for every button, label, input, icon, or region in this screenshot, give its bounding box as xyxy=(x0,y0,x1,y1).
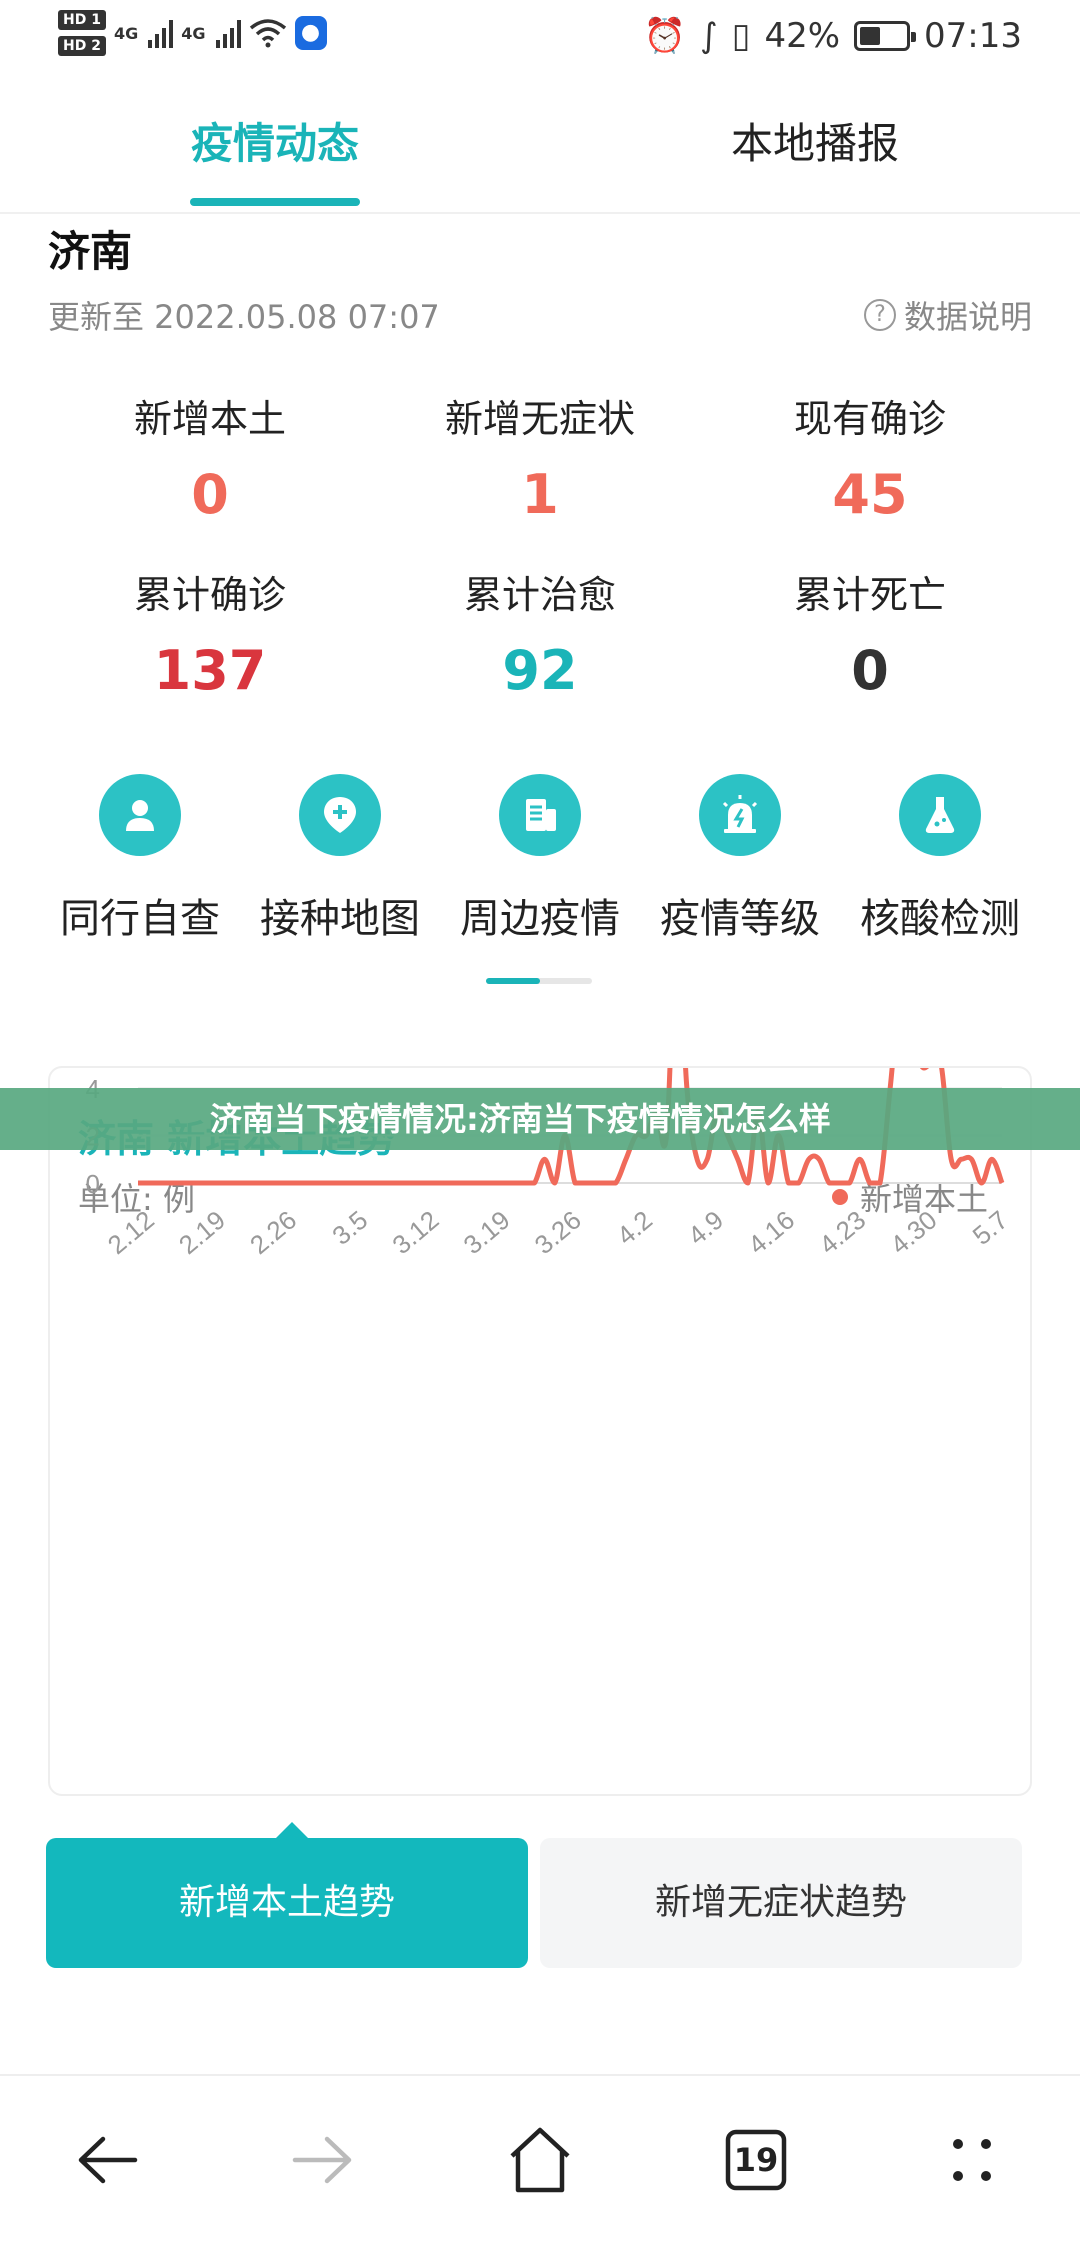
stat-label: 现有确诊 xyxy=(793,397,946,441)
top-tabs: 疫情动态 本地播报 xyxy=(0,110,1080,210)
x-tick-label: 3.5 xyxy=(326,1205,373,1251)
entry-label: 接种地图 xyxy=(260,896,420,942)
trend-chart-card: 济南 新增本土趋势 单位: 例 新增本土 0246810122.122.192.… xyxy=(48,1066,1032,1796)
x-tick-label: 3.26 xyxy=(529,1205,587,1261)
home-icon xyxy=(510,2127,570,2193)
x-tick-label: 4.9 xyxy=(682,1205,729,1251)
tabs-divider xyxy=(0,212,1080,214)
city-title: 济南 xyxy=(48,227,133,276)
entry-label: 疫情等级 xyxy=(660,896,820,942)
x-tick-label: 3.12 xyxy=(386,1205,444,1261)
x-tick-label: 2.26 xyxy=(244,1205,302,1261)
person-icon xyxy=(99,774,181,856)
x-tick-label: 3.19 xyxy=(458,1205,516,1261)
back-button[interactable] xyxy=(58,2110,158,2210)
entry-epidemic-level[interactable]: 疫情等级 xyxy=(640,774,840,944)
tab-epidemic-news[interactable]: 疫情动态 xyxy=(180,110,370,206)
stat-value: 137 xyxy=(153,639,267,702)
home-button[interactable] xyxy=(490,2110,590,2210)
signal-icon xyxy=(148,18,174,48)
pager-active xyxy=(486,978,540,984)
x-tick-label: 4.23 xyxy=(813,1205,871,1261)
status-left: HD 1 HD 2 4G 4G ● xyxy=(58,10,327,56)
nav-divider xyxy=(0,2074,1080,2076)
entry-nucleic-test[interactable]: 核酸检测 xyxy=(840,774,1040,944)
entry-vaccine-map[interactable]: 接种地图 xyxy=(240,774,440,944)
hd2-badge: HD 2 xyxy=(58,36,106,56)
stat-current-confirmed: 现有确诊 45 xyxy=(705,388,1035,526)
new-asymptomatic-trend-button[interactable]: 新增无症状趋势 xyxy=(540,1838,1022,1968)
update-time: 更新至 2022.05.08 07:07 xyxy=(48,298,440,336)
line-chart: 0246810122.122.192.263.53.123.193.264.24… xyxy=(86,1068,1014,1261)
stat-total-confirmed: 累计确诊 137 xyxy=(45,564,375,702)
x-tick-label: 4.16 xyxy=(742,1205,800,1261)
stat-total-deaths: 累计死亡 0 xyxy=(705,564,1035,702)
stat-new-asymptomatic: 新增无症状 1 xyxy=(375,388,705,526)
entry-label: 周边疫情 xyxy=(460,896,620,942)
y-tick-label: 0 xyxy=(86,1169,100,1199)
stat-value: 45 xyxy=(832,463,908,526)
stat-value: 92 xyxy=(502,639,578,702)
banner-text: 济南当下疫情情况:济南当下疫情情况怎么样 xyxy=(210,1100,831,1138)
signal-icon-2 xyxy=(215,18,241,48)
stat-label: 累计治愈 xyxy=(463,573,616,617)
stat-label: 累计确诊 xyxy=(133,573,286,617)
status-right: ⏰ ∫ ▯ 42% 07:13 xyxy=(644,16,1022,56)
arrow-right-icon xyxy=(292,2136,352,2184)
tab-local-broadcast[interactable]: 本地播报 xyxy=(710,110,920,171)
vibrate-icon: ▯ xyxy=(731,16,751,56)
question-icon: ? xyxy=(863,299,896,331)
data-note-label: 数据说明 xyxy=(903,298,1032,336)
tab-label: 本地播报 xyxy=(730,119,899,168)
entry-label: 同行自查 xyxy=(60,896,220,942)
forward-button[interactable] xyxy=(272,2110,372,2210)
x-tick-label: 4.2 xyxy=(611,1205,658,1251)
bluetooth-icon: ∫ xyxy=(700,16,718,56)
bottom-nav: 19 xyxy=(0,2110,1080,2210)
new-local-trend-button[interactable]: 新增本土趋势 xyxy=(46,1822,528,1968)
arrow-left-icon xyxy=(78,2136,138,2184)
stat-label: 新增无症状 xyxy=(444,397,635,441)
entry-label: 核酸检测 xyxy=(860,896,1020,942)
network-type-1: 4G xyxy=(114,23,139,43)
network-type-2: 4G xyxy=(181,23,206,43)
data-note-link[interactable]: ? 数据说明 xyxy=(863,292,1032,338)
stat-value: 1 xyxy=(521,463,559,526)
x-tick-label: 4.30 xyxy=(884,1205,942,1261)
clock-time: 07:13 xyxy=(924,16,1022,56)
entry-nearby-epidemic[interactable]: 周边疫情 xyxy=(440,774,640,944)
stat-new-local: 新增本土 0 xyxy=(45,388,375,526)
x-tick-label: 2.12 xyxy=(102,1205,160,1261)
x-tick-label: 2.19 xyxy=(173,1205,231,1261)
hd1-badge: HD 1 xyxy=(58,10,106,30)
alarm-clock-icon: ⏰ xyxy=(643,16,686,56)
wifi-icon xyxy=(249,19,286,48)
entry-companion-check[interactable]: 同行自查 xyxy=(40,774,240,944)
flask-icon xyxy=(899,774,981,856)
tabs-count: 19 xyxy=(733,2141,779,2179)
battery-icon xyxy=(854,21,917,51)
entries-pager xyxy=(486,978,592,984)
hd-indicators: HD 1 HD 2 xyxy=(58,10,106,56)
more-button[interactable] xyxy=(922,2110,1022,2210)
stat-value: 0 xyxy=(851,639,889,702)
more-dots-icon xyxy=(953,2139,991,2181)
building-icon xyxy=(499,774,581,856)
tabs-button[interactable]: 19 xyxy=(706,2110,806,2210)
alarm-icon xyxy=(699,774,781,856)
status-bar: HD 1 HD 2 4G 4G ● ⏰ ∫ ▯ 42% 07:13 xyxy=(0,0,1080,84)
stat-value: 0 xyxy=(191,463,229,526)
x-tick-label: 5.7 xyxy=(967,1205,1014,1251)
title-banner: 济南当下疫情情况:济南当下疫情情况怎么样 xyxy=(0,1088,1080,1150)
battery-percent: 42% xyxy=(764,16,841,56)
lightbulb-icon: ● xyxy=(294,16,327,50)
stat-label: 累计死亡 xyxy=(793,573,946,617)
tab-label: 疫情动态 xyxy=(190,119,359,168)
stat-label: 新增本土 xyxy=(133,397,286,441)
map-pin-plus-icon xyxy=(299,774,381,856)
stat-total-cured: 累计治愈 92 xyxy=(375,564,705,702)
tab-active-indicator xyxy=(190,198,360,206)
